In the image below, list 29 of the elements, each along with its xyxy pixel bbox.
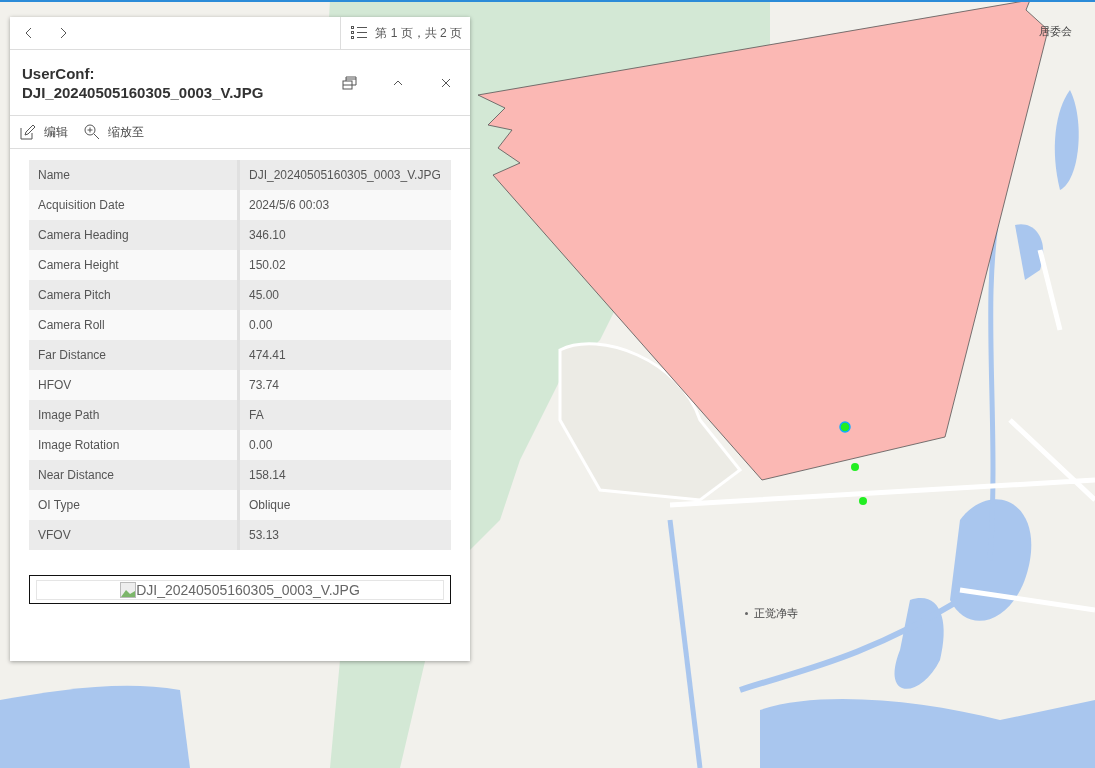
point-marker[interactable] bbox=[839, 421, 851, 433]
map-label: 正觉净寺 bbox=[754, 606, 798, 621]
water-area bbox=[1015, 224, 1044, 280]
map-label: 居委会 bbox=[1039, 24, 1072, 39]
field-value: DJI_20240505160305_0003_V.JPG bbox=[248, 167, 442, 184]
action-button[interactable]: 编辑 bbox=[18, 121, 70, 143]
field-value: 53.13 bbox=[248, 527, 281, 544]
pencil-icon bbox=[20, 124, 36, 140]
field-value: 474.41 bbox=[248, 347, 287, 364]
page-indicator: 第 1 页，共 2 页 bbox=[375, 24, 462, 42]
image-alt-text: DJI_20240505160305_0003_V.JPG bbox=[136, 581, 360, 598]
field-value: 0.00 bbox=[248, 317, 274, 334]
field-value: 73.74 bbox=[248, 377, 281, 394]
field-value: 0.00 bbox=[248, 437, 274, 454]
footprint-polygon[interactable] bbox=[477, 0, 1049, 481]
field-value: 158.14 bbox=[248, 467, 287, 484]
action-button[interactable]: 缩放至 bbox=[82, 121, 146, 143]
field-value: Oblique bbox=[248, 497, 292, 514]
field-label: VFOV bbox=[29, 520, 240, 550]
field-value: 45.00 bbox=[248, 287, 281, 304]
point-marker[interactable] bbox=[859, 497, 867, 505]
zoom-in-icon bbox=[84, 124, 100, 140]
field-value: FA bbox=[248, 407, 265, 424]
list-icon[interactable] bbox=[351, 26, 368, 40]
field-value: 2024/5/6 00:03 bbox=[248, 197, 331, 214]
field-value: 150.02 bbox=[248, 257, 287, 274]
point-marker[interactable] bbox=[851, 463, 859, 471]
field-value: 346.10 bbox=[248, 227, 287, 244]
popup-title: UserConf: DJI_20240505160305_0003_V.JPG bbox=[22, 63, 265, 102]
